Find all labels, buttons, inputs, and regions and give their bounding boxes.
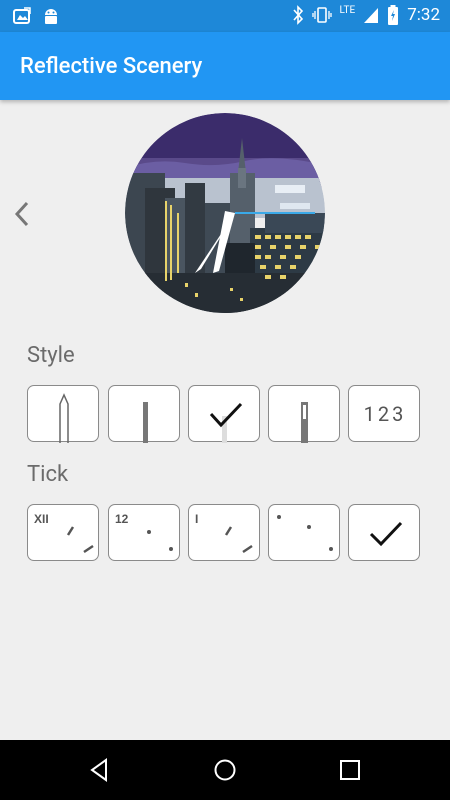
navigation-bar — [0, 740, 450, 800]
style-white-hand-option[interactable] — [188, 385, 260, 443]
tick-roman-option[interactable]: XII — [27, 504, 99, 561]
status-time: 7:32 — [407, 5, 440, 25]
style-straight-hand-option[interactable] — [108, 385, 180, 443]
bluetooth-icon — [292, 5, 303, 25]
arabic-numeral-text: 12 — [115, 512, 129, 526]
signal-icon — [364, 8, 379, 23]
tick-arabic-option[interactable]: 12 — [108, 504, 180, 561]
page-title: Reflective Scenery — [20, 54, 203, 79]
tick-dots-option[interactable] — [268, 504, 340, 561]
system-status: LTE 7:32 — [292, 5, 440, 25]
style-digital-option[interactable]: 123 — [348, 385, 420, 442]
city-scene-image — [125, 113, 325, 313]
style-section-label: Style — [27, 343, 75, 368]
white-hand-icon — [209, 402, 243, 443]
android-icon — [45, 9, 57, 24]
checkmark-icon — [369, 521, 403, 547]
vibrate-icon — [311, 7, 332, 23]
previous-watchface-button[interactable] — [10, 199, 34, 229]
network-type-label: LTE — [339, 4, 356, 16]
status-bar: LTE 7:32 — [0, 0, 450, 32]
style-inset-hand-option[interactable] — [268, 385, 340, 443]
roman-tick-icon: XII — [34, 512, 94, 554]
bar-tick-icon: I — [195, 512, 253, 554]
bar-numeral-text: I — [195, 512, 198, 526]
photo-notification-icon — [13, 7, 31, 24]
tick-none-option[interactable] — [348, 504, 420, 561]
inset-hand-icon — [301, 402, 308, 443]
watch-face-preview — [125, 113, 325, 313]
recents-icon[interactable] — [339, 759, 361, 781]
back-icon[interactable] — [88, 758, 110, 782]
dots-tick-icon — [277, 515, 333, 551]
battery-icon — [388, 5, 399, 25]
tick-section-label: Tick — [27, 462, 69, 487]
app-bar: Reflective Scenery — [0, 32, 450, 100]
tick-bar-option[interactable]: I — [188, 504, 260, 561]
home-icon[interactable] — [213, 758, 237, 782]
pointed-hand-icon — [59, 393, 69, 443]
roman-numeral-text: XII — [34, 512, 49, 526]
straight-hand-icon — [143, 402, 148, 443]
notification-icons — [12, 6, 60, 26]
style-pointed-hand-option[interactable] — [27, 385, 99, 443]
arabic-tick-icon: 12 — [115, 512, 173, 551]
digital-style-label: 123 — [363, 402, 407, 426]
